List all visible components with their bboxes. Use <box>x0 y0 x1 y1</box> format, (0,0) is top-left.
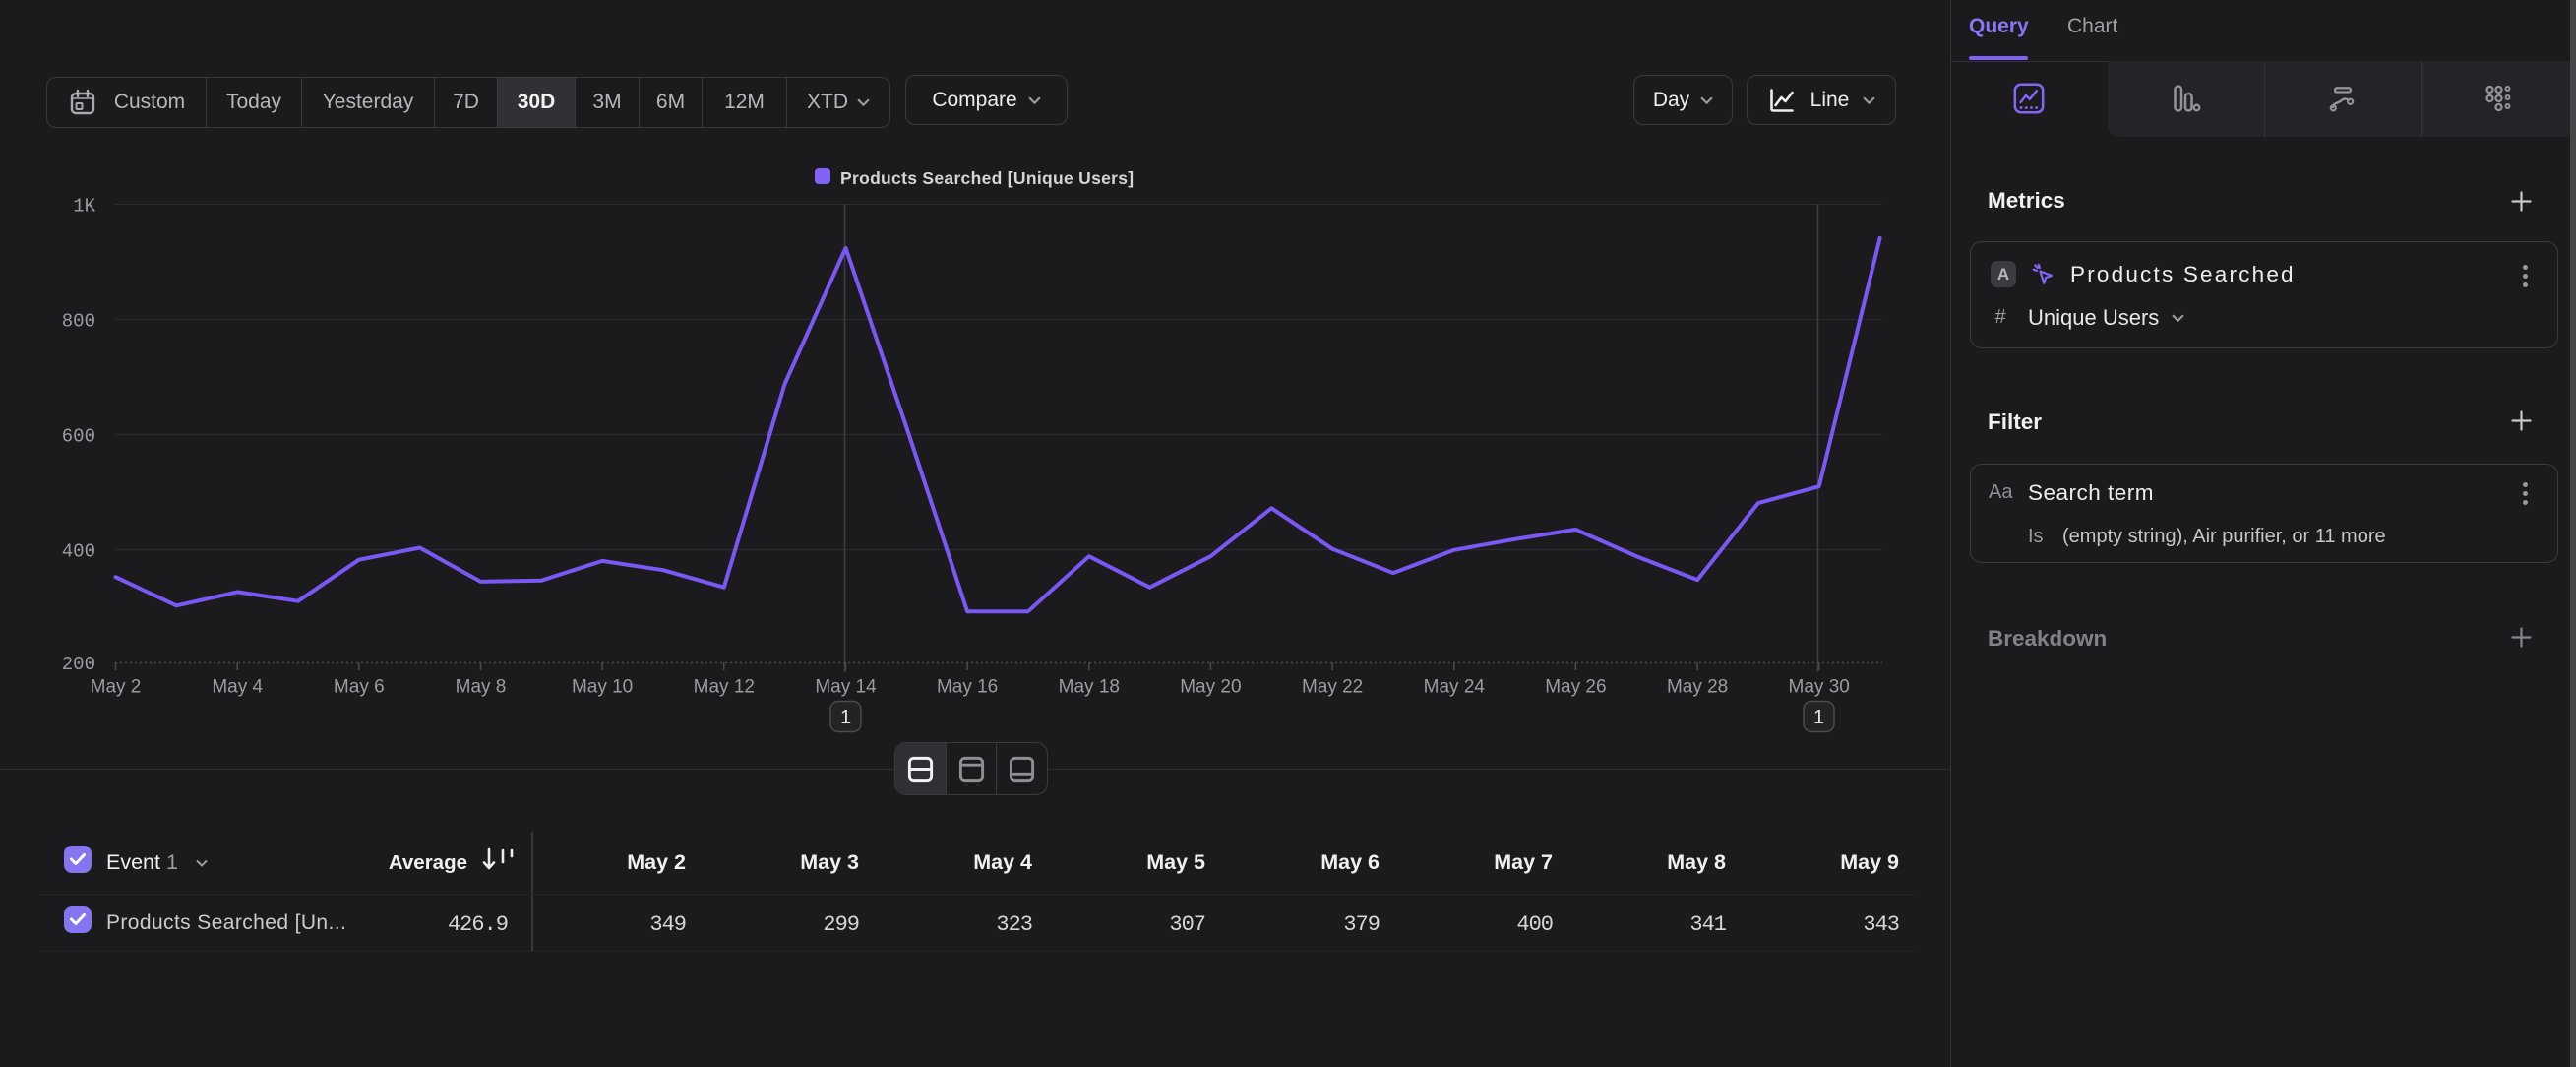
svg-text:May 18: May 18 <box>1059 677 1120 698</box>
svg-text:May 30: May 30 <box>1789 677 1850 698</box>
svg-text:May 14: May 14 <box>815 677 877 698</box>
svg-text:May 8: May 8 <box>456 677 507 698</box>
svg-text:400: 400 <box>62 541 95 563</box>
svg-text:1: 1 <box>840 707 851 728</box>
svg-text:May 4: May 4 <box>212 677 263 698</box>
svg-text:May 20: May 20 <box>1180 677 1241 698</box>
svg-text:May 10: May 10 <box>572 677 633 698</box>
svg-text:600: 600 <box>62 426 95 448</box>
svg-text:800: 800 <box>62 311 95 333</box>
svg-text:May 28: May 28 <box>1667 677 1728 698</box>
svg-text:1K: 1K <box>73 196 95 218</box>
svg-text:Products Searched [Unique User: Products Searched [Unique Users] <box>840 168 1134 188</box>
svg-text:200: 200 <box>62 654 95 675</box>
svg-text:May 22: May 22 <box>1302 677 1363 698</box>
svg-text:May 16: May 16 <box>937 677 998 698</box>
svg-text:May 12: May 12 <box>694 677 755 698</box>
svg-text:May 6: May 6 <box>334 677 385 698</box>
svg-text:May 26: May 26 <box>1545 677 1606 698</box>
svg-text:May 2: May 2 <box>91 677 142 698</box>
svg-text:May 24: May 24 <box>1424 677 1486 698</box>
svg-text:1: 1 <box>1813 707 1824 728</box>
